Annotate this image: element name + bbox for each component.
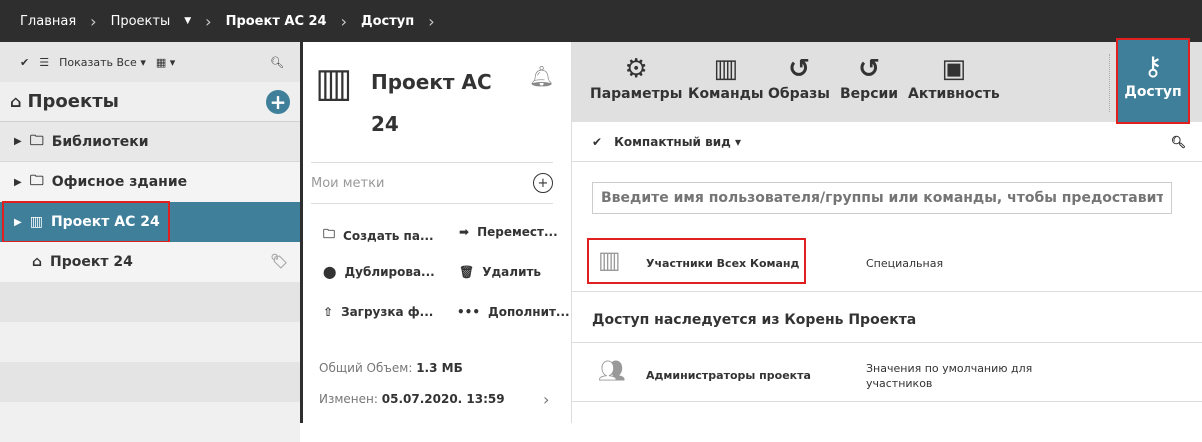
search-icon[interactable]: 🔍︎ <box>1171 135 1186 149</box>
show-all-dropdown[interactable]: Показать Все ▾ <box>59 56 146 69</box>
folder-icon: 🗀 <box>29 173 44 189</box>
duplicate-icon: ⬤ <box>323 265 337 279</box>
search-icon[interactable]: 🔍︎ <box>270 56 284 69</box>
project-toolbar: ⚙ Параметры ▥ Команды ↺ Образы ↺ Версии ▣ Акт… <box>572 38 1202 124</box>
tree-item-libraries[interactable]: ▶ 🗀 Библиотеки <box>0 122 300 162</box>
compact-view-dropdown[interactable]: Компактный вид ▾ <box>614 135 741 149</box>
projects-icon: ⌂ <box>10 92 22 111</box>
history-house-icon: ↺ <box>788 54 810 84</box>
more-icon: ••• <box>457 305 481 319</box>
breadcrumb-project[interactable]: Проект АС 24 <box>226 14 327 29</box>
entry-name: Участники Всех Команд <box>646 257 800 270</box>
tab-parameters[interactable]: ⚙ Параметры <box>590 52 682 102</box>
tags-label: Мои метки <box>311 175 385 191</box>
tree-item-label: Библиотеки <box>51 133 149 150</box>
more-action[interactable]: ••• Дополнит... <box>457 305 570 319</box>
tree-item-label: Офисное здание <box>51 174 188 190</box>
chevron-right-icon: › <box>340 11 348 31</box>
duplicate-action[interactable]: ⬤ Дублирова... <box>323 265 435 279</box>
expand-icon[interactable]: ▶ <box>14 177 22 188</box>
tab-versions[interactable]: ↺ Версии <box>840 52 898 102</box>
breadcrumb-home[interactable]: Главная <box>20 14 76 29</box>
tab-activity[interactable]: ▣ Активность <box>908 52 1000 102</box>
list-icon[interactable]: ☰ <box>39 56 49 69</box>
upload-icon: ⇧ <box>323 305 334 319</box>
breadcrumb: Главная › Проекты ▼ › Проект АС 24 › Доступ › <box>0 0 1202 42</box>
caret-down-icon[interactable]: ▼ <box>184 16 191 26</box>
bell-icon[interactable]: 🔔︎ <box>529 64 554 88</box>
trash-icon: 🗑︎ <box>459 265 475 279</box>
house-icon: ⌂ <box>32 254 43 270</box>
add-project-button[interactable]: + <box>266 89 290 114</box>
entry-role: Значения по умолчанию для участников <box>866 362 1033 390</box>
tree-item-office[interactable]: ▶ 🗀 Офисное здание <box>0 162 300 202</box>
sidebar-title: Проекты <box>27 91 119 112</box>
chevron-right-icon[interactable]: › <box>543 390 549 409</box>
chevron-right-icon: › <box>428 11 435 31</box>
users-icon: 👥︎ <box>598 359 626 384</box>
history-file-icon: ↺ <box>858 54 880 84</box>
project-details: ▥ Проект АС 24 🔔︎ Мои метки + 🗀 Создать па… <box>303 42 572 423</box>
entry-name: Администраторы проекта <box>646 369 811 382</box>
entry-role[interactable]: Специальная <box>866 257 943 270</box>
building-icon: ▥ <box>315 60 353 106</box>
tree-item-project-ac24[interactable]: ▶ ▥ Проект АС 24 <box>0 201 300 243</box>
teams-icon: ▥ <box>713 54 739 84</box>
key-icon: ⚷ <box>1143 52 1163 82</box>
chevron-right-icon: › <box>90 11 97 31</box>
check-icon[interactable]: ✔ <box>20 56 29 69</box>
add-tag-button[interactable]: + <box>533 173 553 193</box>
modified-date: Изменен: 05.07.2020. 13:59 <box>319 392 505 406</box>
projects-sidebar: ✔ ☰ Показать Все ▾ ▦ ▾ 🔍︎ ⌂ Проекты + ▶ 🗀 Б… <box>0 42 300 442</box>
tab-access[interactable]: ⚷ Доступ <box>1116 38 1190 124</box>
inherited-heading: Доступ наследуется из Корень Проекта <box>592 312 917 328</box>
upload-action[interactable]: ⇧ Загрузка ф... <box>323 305 433 319</box>
tab-images[interactable]: ↺ Образы <box>768 52 830 102</box>
tag-icon[interactable]: 🏷︎ <box>270 254 288 270</box>
breadcrumb-access[interactable]: Доступ <box>361 14 414 29</box>
tree-item-label: Проект 24 <box>50 254 133 270</box>
expand-icon[interactable]: ▶ <box>14 136 22 147</box>
create-folder-action[interactable]: 🗀 Создать па... <box>323 225 434 246</box>
move-action[interactable]: ➡ Перемест... <box>459 225 558 239</box>
tree-item-project24[interactable]: ⌂ Проект 24 🏷︎ <box>0 242 300 282</box>
library-folder-icon: 🗀 <box>29 132 44 149</box>
arrow-right-icon: ➡ <box>459 225 470 239</box>
folder-icon: 🗀 <box>323 227 336 241</box>
team-members-icon: ▥ <box>598 246 621 274</box>
tab-teams[interactable]: ▥ Команды <box>688 52 764 102</box>
gear-icon: ⚙ <box>624 54 648 84</box>
access-panel: ⚙ Параметры ▥ Команды ↺ Образы ↺ Версии ▣ Акт… <box>572 38 1202 423</box>
show-all-label: Показать Все <box>59 55 137 69</box>
breadcrumb-projects[interactable]: Проекты <box>111 14 171 29</box>
total-size: Общий Объем: 1.3 МБ <box>319 361 463 375</box>
calendar-icon[interactable]: ▦ ▾ <box>156 56 175 69</box>
chevron-right-icon: › <box>205 11 212 31</box>
delete-action[interactable]: 🗑︎ Удалить <box>459 265 541 279</box>
activity-icon: ▣ <box>941 54 967 84</box>
grant-access-input[interactable] <box>592 182 1172 214</box>
access-entry[interactable]: ▥ Участники Всех Команд Специальная <box>572 232 1202 292</box>
project-title: Проект АС 24 <box>371 70 492 136</box>
check-icon[interactable]: ✔ <box>592 135 602 149</box>
inherited-entry[interactable]: 👥︎ Администраторы проекта Значения по ум… <box>572 342 1202 402</box>
